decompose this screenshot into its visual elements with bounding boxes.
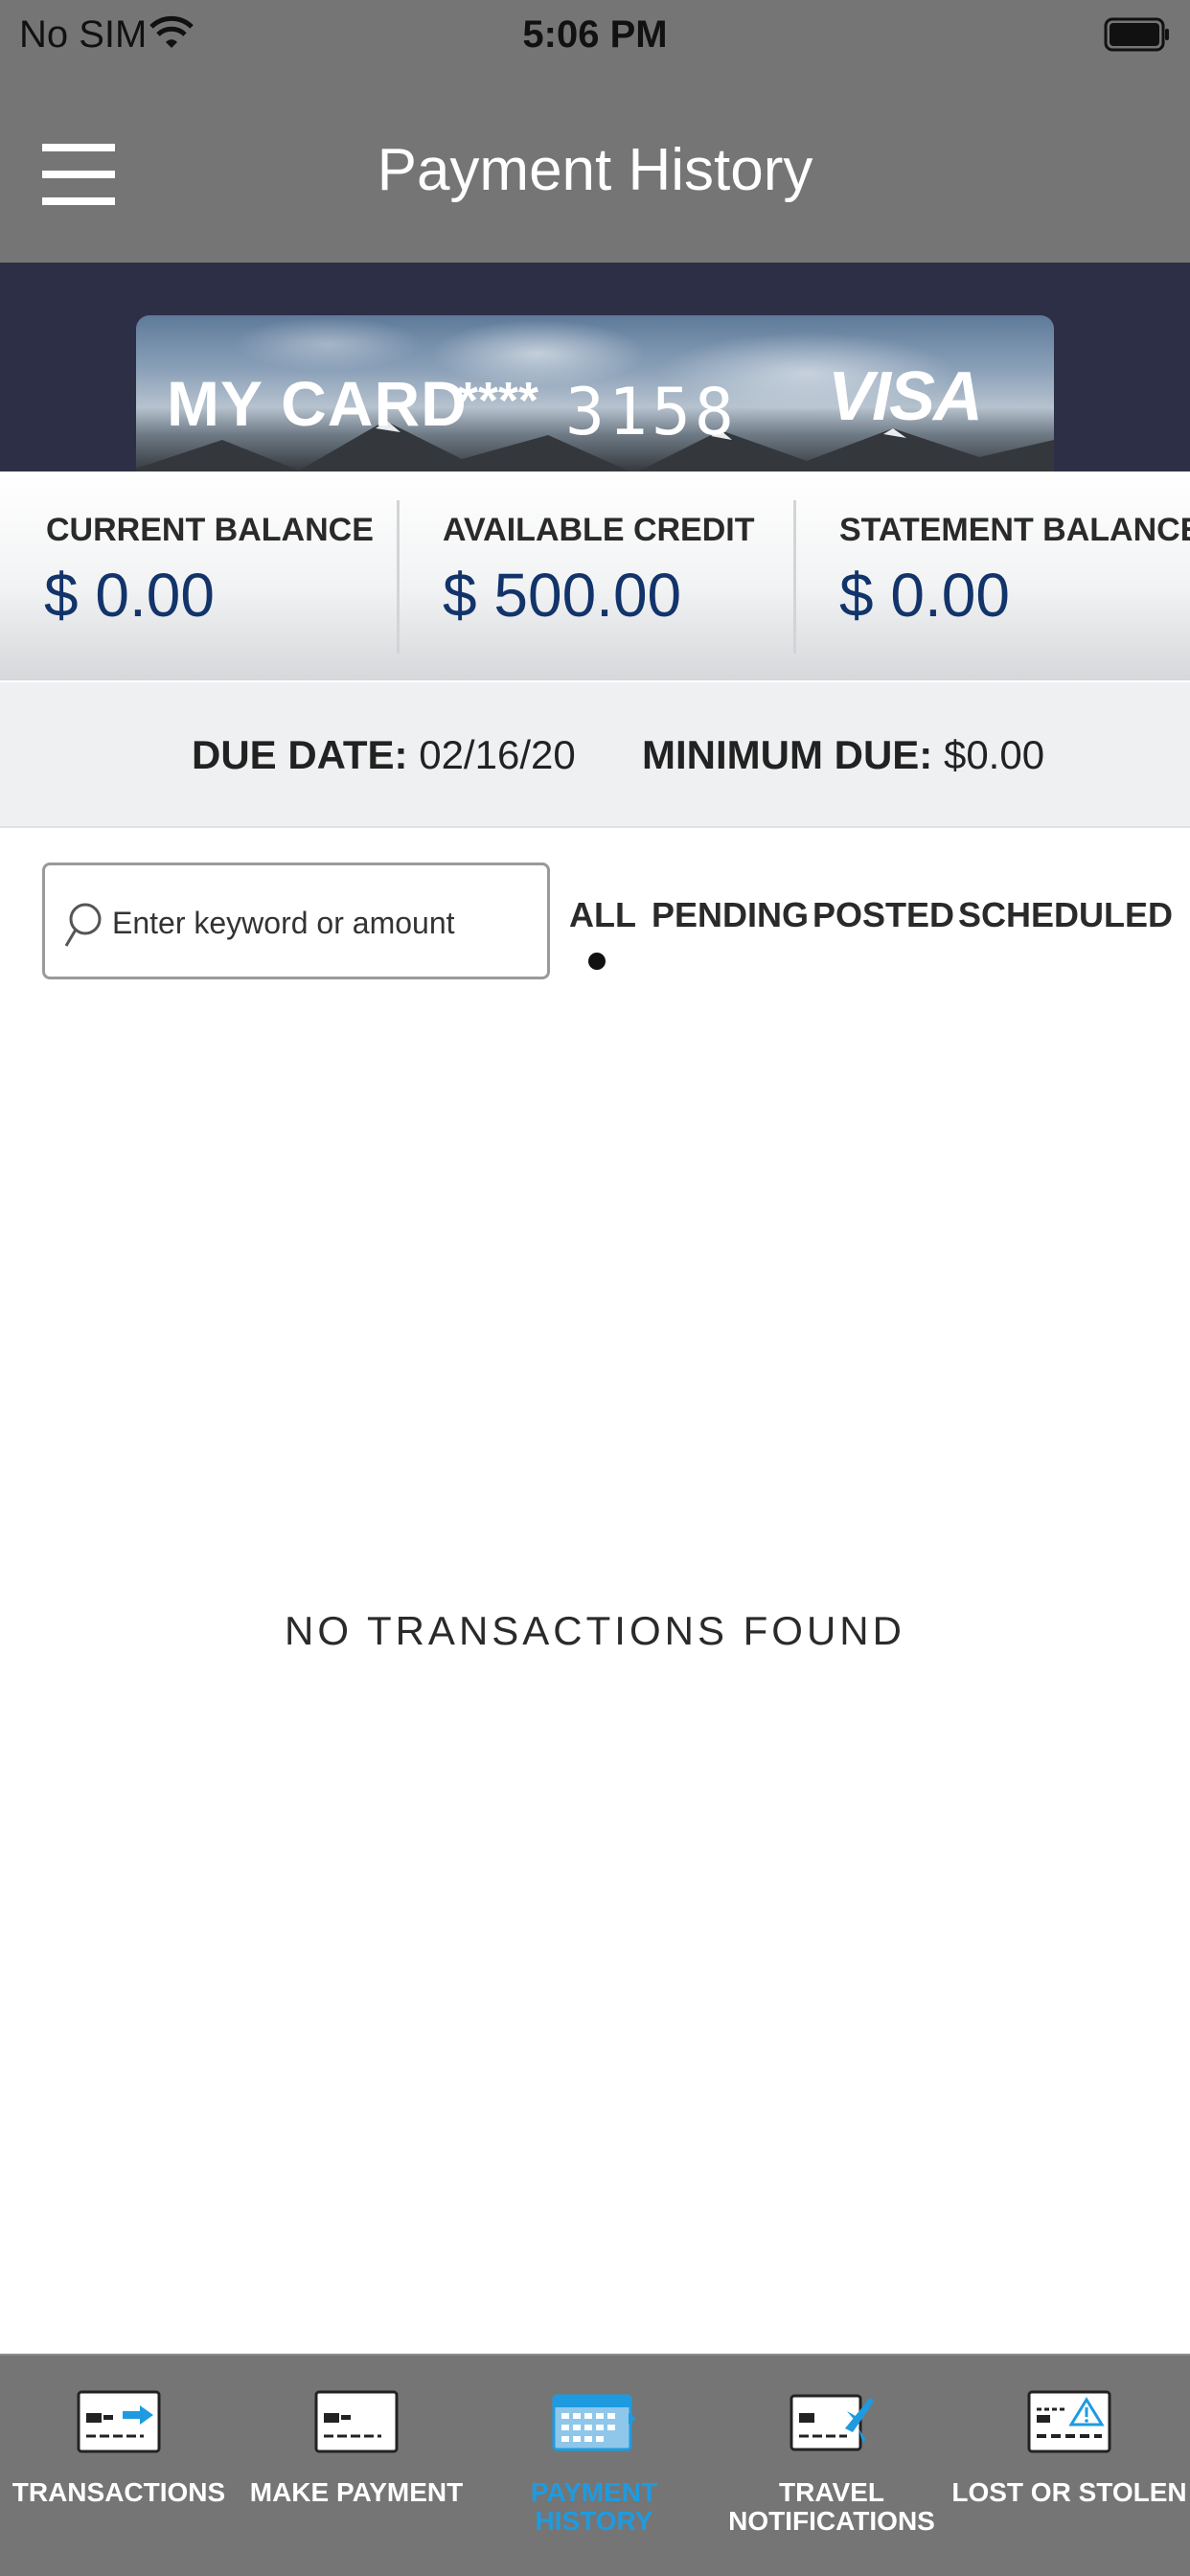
bottom-tab-bar: TRANSACTIONS MAKE PAYMENT PAYMENT HISTOR… [0, 2354, 1190, 2576]
filter-all[interactable]: ALL [569, 895, 636, 935]
battery-icon [1104, 17, 1169, 52]
app-header: Payment History [0, 73, 1190, 263]
status-bar: No SIM 5:06 PM [0, 0, 1190, 73]
tab-travel-notifications[interactable]: TRAVEL NOTIFICATIONS [713, 2356, 950, 2576]
filter-scheduled[interactable]: SCHEDULED [958, 895, 1173, 935]
balance-summary: CURRENT BALANCE $ 0.00 AVAILABLE CREDIT … [0, 472, 1190, 680]
tab-label: LOST OR STOLEN [951, 2477, 1187, 2507]
tab-payment-history[interactable]: PAYMENT HISTORY [475, 2356, 713, 2576]
tab-lost-or-stolen[interactable]: LOST OR STOLEN [950, 2356, 1188, 2576]
page-title: Payment History [377, 137, 813, 203]
available-credit: AVAILABLE CREDIT $ 500.00 [397, 472, 793, 680]
tab-transactions[interactable]: TRANSACTIONS [0, 2356, 238, 2576]
active-filter-indicator [588, 953, 606, 970]
minimum-due: MINIMUM DUE: $0.00 [642, 732, 1045, 777]
transactions-card-icon [77, 2390, 161, 2453]
card-icon [314, 2390, 399, 2453]
clock: 5:06 PM [522, 13, 668, 56]
balance-label: AVAILABLE CREDIT [443, 512, 755, 548]
filter-posted[interactable]: POSTED [812, 895, 954, 935]
warning-card-icon [1027, 2390, 1111, 2453]
search-field[interactable] [42, 862, 550, 979]
search-input[interactable] [112, 894, 534, 952]
balance-label: STATEMENT BALANCE [839, 512, 1190, 548]
card-image[interactable]: MY CARD **** 3158 VISA [136, 315, 1054, 472]
card-last-four: 3158 [565, 375, 738, 450]
card-banner: MY CARD **** 3158 VISA [0, 263, 1190, 472]
empty-state-message: NO TRANSACTIONS FOUND [285, 1608, 905, 1653]
visa-logo: VISA [827, 358, 983, 435]
filter-pending[interactable]: PENDING [652, 895, 809, 935]
search-icon [64, 903, 102, 947]
due-info: DUE DATE: 02/16/20 MINIMUM DUE: $0.00 [0, 682, 1190, 828]
tab-label: TRAVEL NOTIFICATIONS [728, 2477, 935, 2536]
current-balance: CURRENT BALANCE $ 0.00 [0, 472, 397, 680]
card-number-mask: **** [458, 372, 539, 429]
tab-label: MAKE PAYMENT [249, 2477, 464, 2507]
balance-value: $ 0.00 [839, 561, 1010, 630]
statement-balance: STATEMENT BALANCE $ 0.00 [793, 472, 1190, 680]
card-name: MY CARD [167, 368, 468, 439]
balance-label: CURRENT BALANCE [46, 512, 374, 548]
due-date: DUE DATE: 02/16/20 [192, 732, 576, 777]
calendar-icon [552, 2394, 636, 2451]
balance-value: $ 500.00 [443, 561, 682, 630]
balance-value: $ 0.00 [44, 561, 215, 630]
tab-make-payment[interactable]: MAKE PAYMENT [238, 2356, 475, 2576]
travel-card-icon [790, 2394, 874, 2451]
tab-label: PAYMENT HISTORY [530, 2477, 658, 2536]
tab-label: TRANSACTIONS [11, 2477, 226, 2507]
